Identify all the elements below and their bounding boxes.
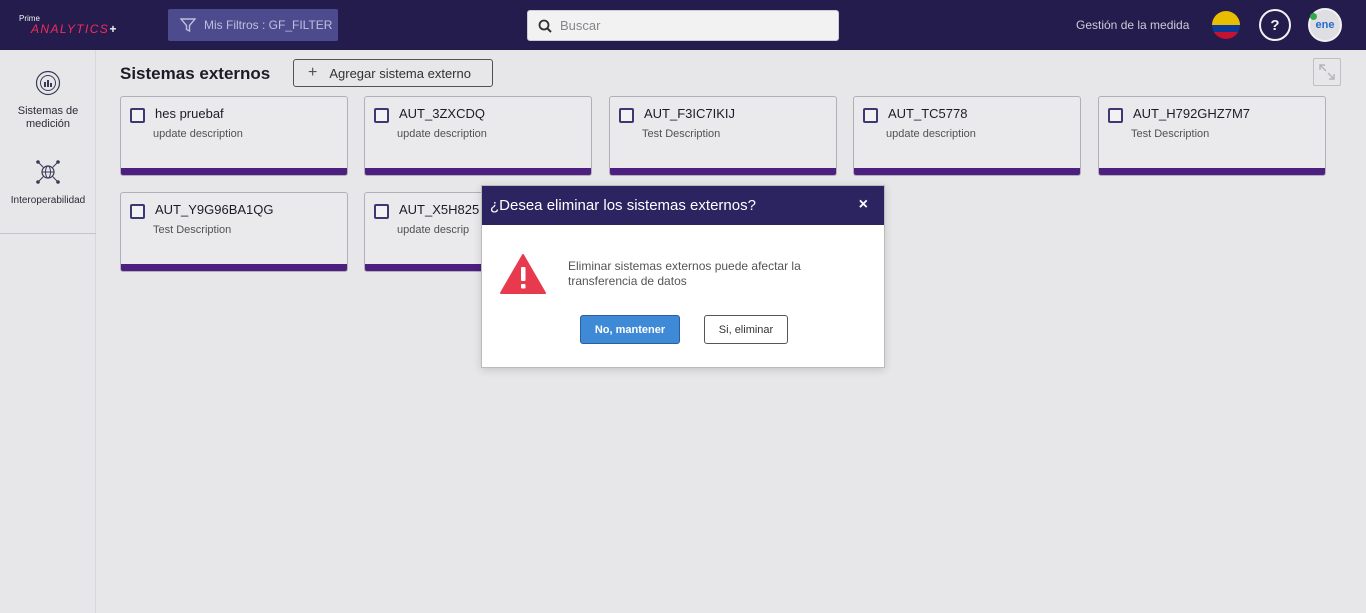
dialog-message: Eliminar sistemas externos puede afectar… xyxy=(568,259,801,288)
dialog-title: ¿Desea eliminar los sistemas externos? xyxy=(490,197,756,214)
confirm-delete-button[interactable]: Si, eliminar xyxy=(704,315,788,344)
dialog-header: ¿Desea eliminar los sistemas externos? × xyxy=(482,186,884,225)
delete-confirm-dialog: ¿Desea eliminar los sistemas externos? ×… xyxy=(481,185,885,368)
close-icon[interactable]: × xyxy=(859,196,868,214)
warning-icon xyxy=(500,254,546,294)
keep-button[interactable]: No, mantener xyxy=(580,315,680,344)
